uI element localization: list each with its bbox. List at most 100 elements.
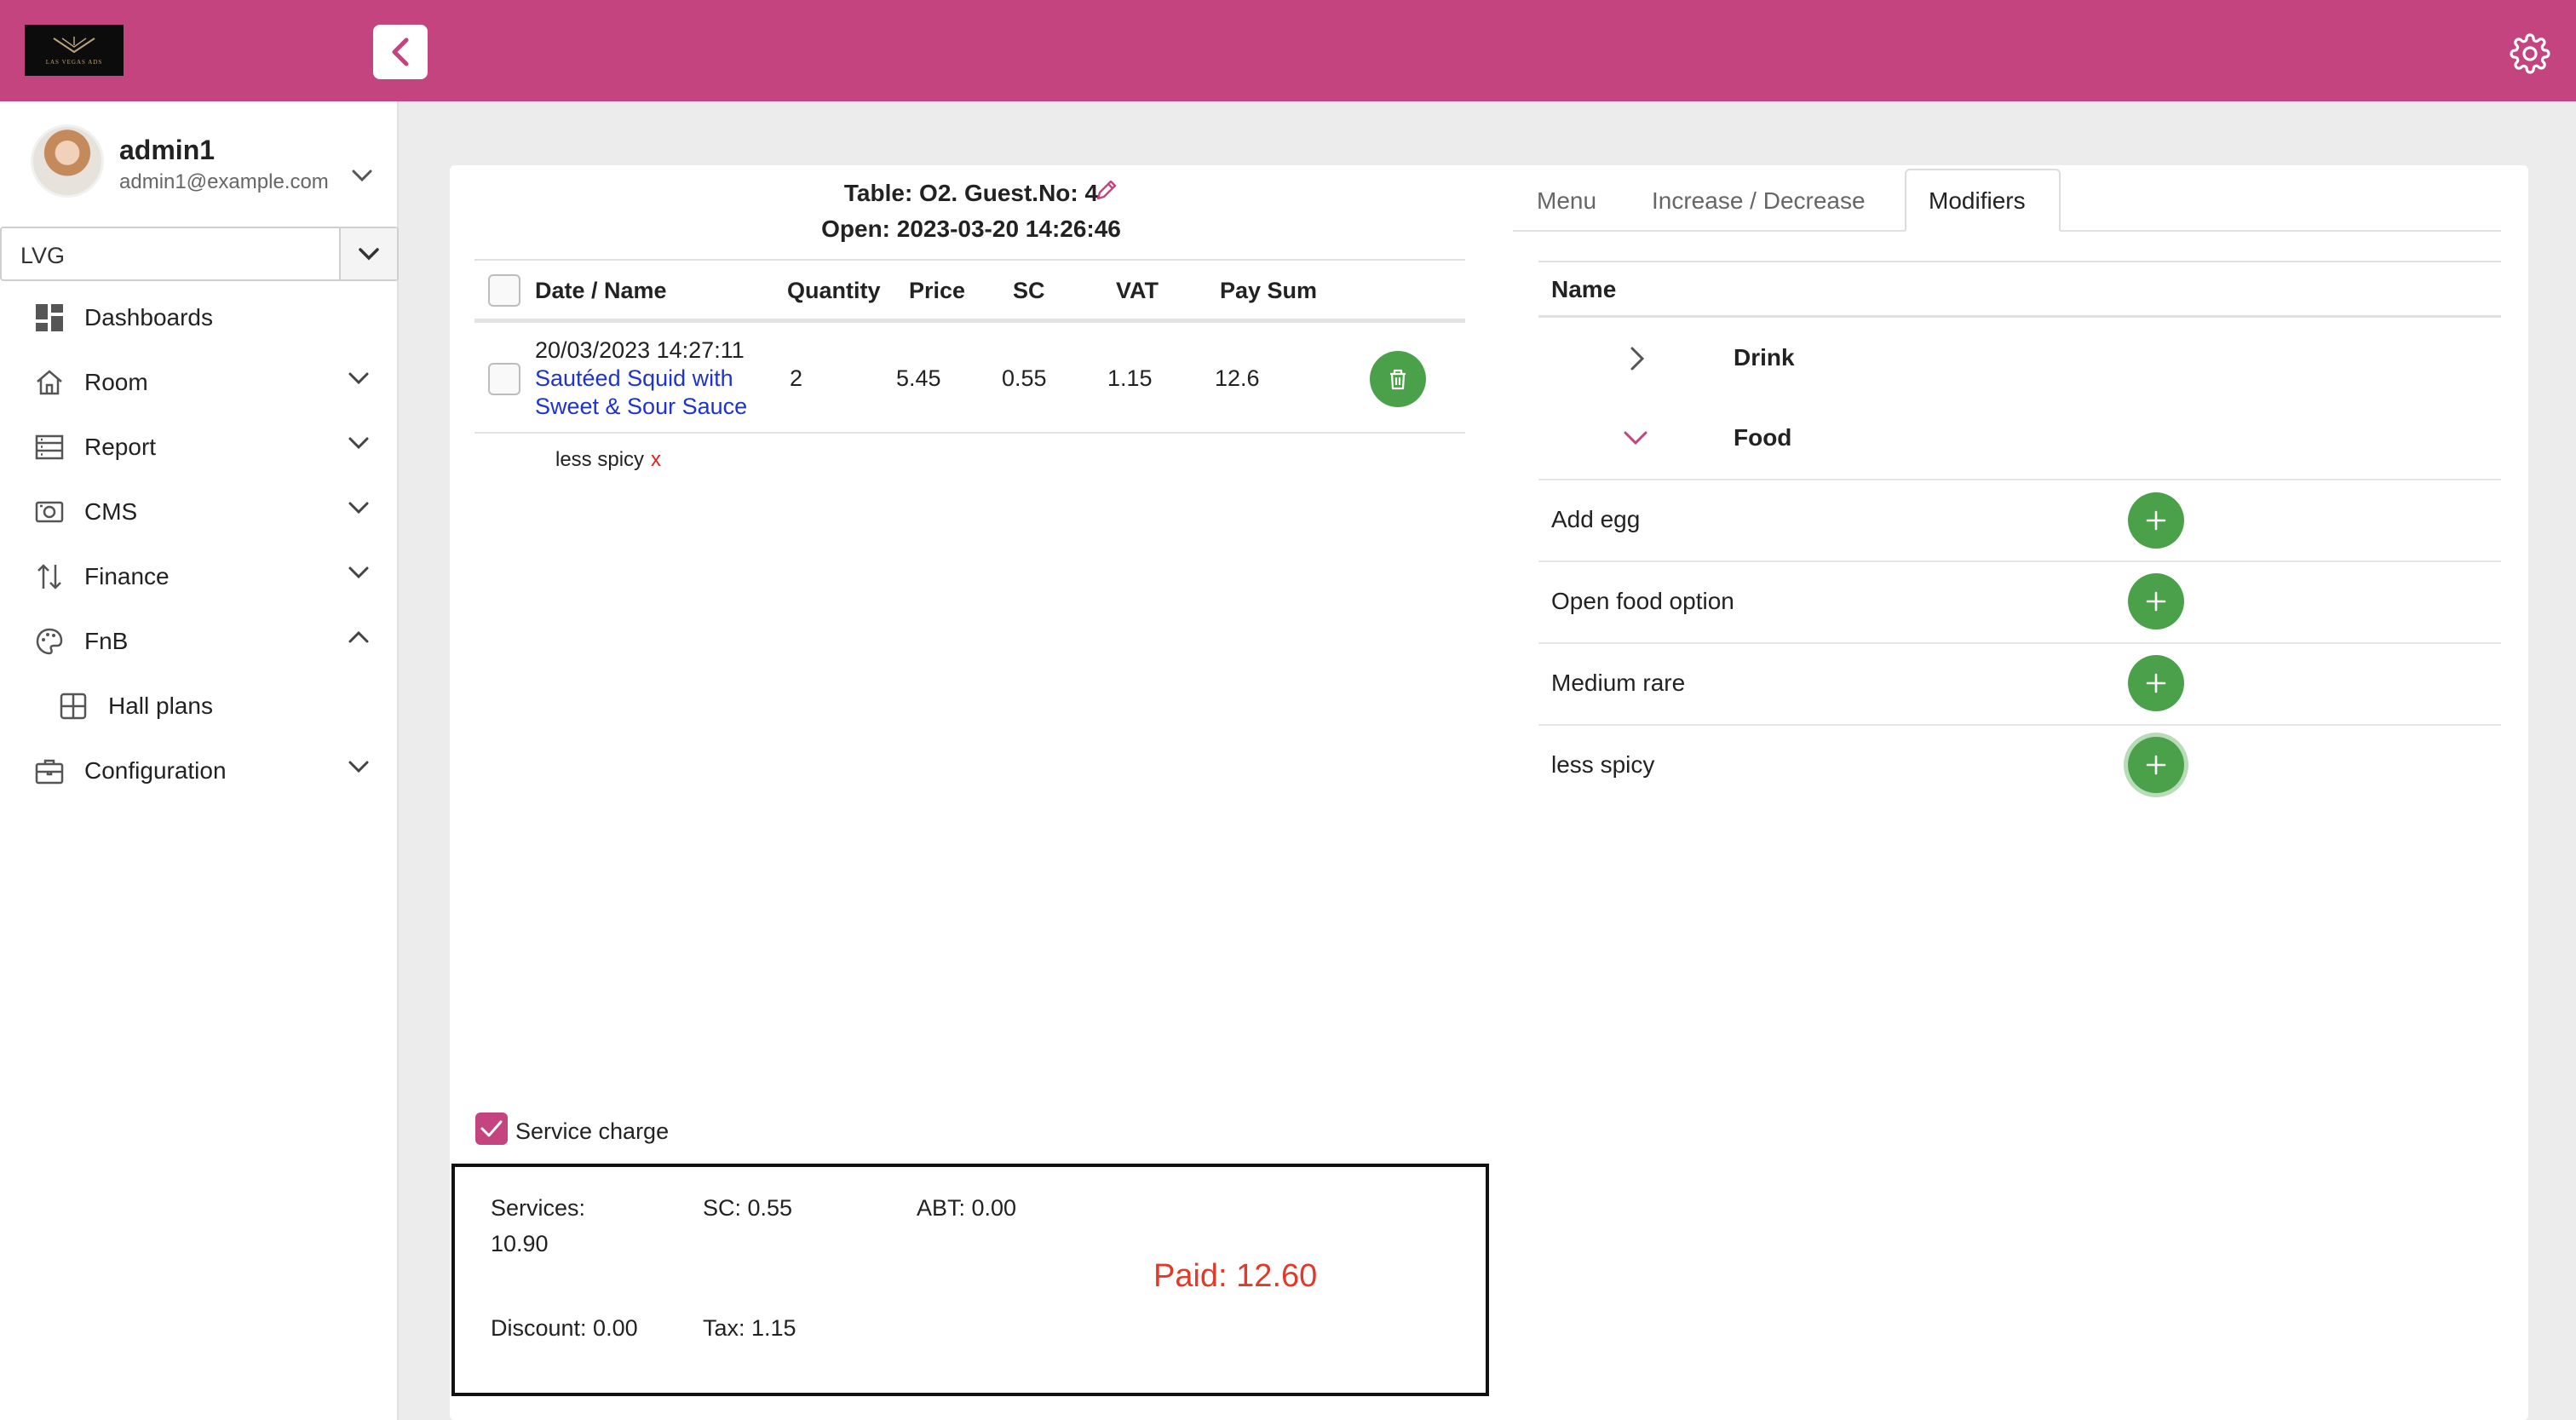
user-profile[interactable]: admin1 admin1@example.com: [31, 124, 380, 206]
service-charge-label: Service charge: [515, 1118, 670, 1144]
summary-abt: ABT: 0.00: [917, 1195, 1017, 1221]
edit-pencil-icon[interactable]: [1094, 177, 1119, 203]
item-quantity: 2: [790, 365, 803, 391]
chevron-down-icon: [359, 248, 379, 261]
logo-text: LAS VEGAS ADS: [45, 59, 103, 66]
row-checkbox[interactable]: [488, 363, 520, 395]
item-name-link[interactable]: Sweet & Sour Sauce: [535, 394, 747, 420]
user-email: admin1@example.com: [119, 170, 329, 193]
plus-icon: [2146, 755, 2166, 775]
gear-icon: [2510, 33, 2550, 74]
sidebar-item-label: Finance: [84, 563, 170, 589]
modifier-group-drink[interactable]: Drink: [1734, 344, 1795, 371]
tab-menu[interactable]: Menu: [1537, 187, 1596, 215]
delete-item-button[interactable]: [1370, 351, 1426, 407]
sidebar-item-hall-plans[interactable]: Hall plans: [0, 678, 399, 729]
modifier-name: Add egg: [1551, 506, 1641, 532]
briefcase-icon: [34, 756, 65, 786]
home-icon: [34, 367, 65, 398]
paid-total: Paid: 12.60: [1153, 1258, 1318, 1294]
tab-modifiers[interactable]: Modifiers: [1929, 187, 2026, 215]
logo-mark-icon: [53, 37, 95, 54]
chevron-down-icon: [348, 761, 369, 773]
table-info: Table: O2. Guest.No: 4: [843, 180, 1099, 206]
sidebar-item-label: Configuration: [84, 757, 227, 784]
service-charge-checkbox[interactable]: [475, 1112, 508, 1145]
divider: [1538, 479, 2501, 480]
sidebar-item-dashboards[interactable]: Dashboards: [0, 290, 399, 341]
grid-icon: [58, 691, 89, 721]
column-header-pay-sum: Pay Sum: [1220, 278, 1318, 303]
palette-icon: [34, 626, 65, 657]
sidebar-item-report[interactable]: Report: [0, 419, 399, 470]
report-icon: [34, 432, 65, 463]
column-header-name: Name: [1551, 276, 1617, 302]
add-modifier-button[interactable]: [2128, 737, 2184, 793]
settings-button[interactable]: [2508, 32, 2552, 76]
sidebar-item-cms[interactable]: CMS: [0, 484, 399, 535]
brand-logo[interactable]: LAS VEGAS ADS: [25, 25, 124, 76]
modifier-name: less spicy: [1551, 751, 1655, 778]
chevron-down-icon[interactable]: [351, 169, 373, 182]
modifier-name: Open food option: [1551, 588, 1734, 614]
item-name-link[interactable]: Sautéed Squid with: [535, 365, 733, 392]
plus-icon: [2146, 510, 2166, 531]
add-modifier-button[interactable]: [2128, 573, 2184, 630]
column-header-sc: SC: [1013, 278, 1045, 303]
plus-icon: [2146, 591, 2166, 612]
column-header-vat: VAT: [1116, 278, 1159, 303]
item-vat: 1.15: [1107, 365, 1153, 391]
column-header-date-name: Date / Name: [535, 278, 667, 303]
add-modifier-button[interactable]: [2128, 655, 2184, 711]
sidebar-item-finance[interactable]: Finance: [0, 549, 399, 600]
remove-modifier-button[interactable]: x: [651, 448, 661, 471]
divider: [1538, 642, 2501, 644]
sidebar-item-label: Dashboards: [84, 304, 213, 331]
add-modifier-button[interactable]: [2128, 492, 2184, 549]
dashboard-icon: [34, 302, 65, 333]
services-value: 10.90: [491, 1231, 549, 1256]
top-bar: LAS VEGAS ADS: [0, 0, 2576, 101]
user-name: admin1: [119, 135, 216, 165]
item-sc: 0.55: [1002, 365, 1047, 391]
chevron-down-icon: [348, 502, 369, 515]
select-caret[interactable]: [339, 228, 397, 279]
modifier-group-food[interactable]: Food: [1734, 424, 1791, 451]
divider: [474, 259, 1465, 261]
cms-icon: [34, 497, 65, 527]
open-time: Open: 2023-03-20 14:26:46: [821, 216, 1121, 242]
divider: [1538, 561, 2501, 562]
chevron-down-icon: [348, 437, 369, 450]
order-header: Table: O2. Guest.No: 4 Open: 2023-03-20 …: [477, 175, 1465, 247]
select-all-checkbox[interactable]: [488, 274, 520, 307]
sidebar-item-label: Hall plans: [108, 693, 213, 719]
tab-increase-decrease[interactable]: Increase / Decrease: [1652, 187, 1866, 215]
chevron-down-icon: [348, 566, 369, 579]
finance-icon: [34, 561, 65, 592]
sidebar-item-label: FnB: [84, 628, 129, 654]
chevron-down-icon[interactable]: [1623, 429, 1648, 446]
divider: [1538, 261, 2501, 262]
sidebar: admin1 admin1@example.com LVG Dashboards…: [0, 101, 399, 1420]
summary-tax: Tax: 1.15: [703, 1315, 796, 1341]
trash-icon: [1390, 369, 1406, 390]
avatar: [31, 124, 104, 198]
item-modifier-tag: less spicy x: [555, 448, 661, 472]
modifier-label: less spicy: [555, 448, 645, 471]
sidebar-item-fnb[interactable]: FnB: [0, 613, 399, 664]
chevron-left-icon: [392, 37, 409, 66]
divider: [1538, 315, 2501, 318]
organization-select-value: LVG: [20, 243, 66, 268]
sidebar-item-room[interactable]: Room: [0, 354, 399, 405]
checkmark-icon: [480, 1120, 503, 1137]
item-price: 5.45: [896, 365, 941, 391]
collapse-sidebar-button[interactable]: [373, 25, 428, 79]
modifier-name: Medium rare: [1551, 670, 1686, 696]
summary-discount: Discount: 0.00: [491, 1315, 638, 1341]
chevron-right-icon[interactable]: [1625, 346, 1647, 371]
divider: [474, 432, 1465, 434]
column-header-price: Price: [909, 278, 966, 303]
organization-select[interactable]: LVG: [0, 227, 399, 281]
sidebar-item-configuration[interactable]: Configuration: [0, 743, 399, 794]
item-pay-sum: 12.6: [1215, 365, 1260, 391]
